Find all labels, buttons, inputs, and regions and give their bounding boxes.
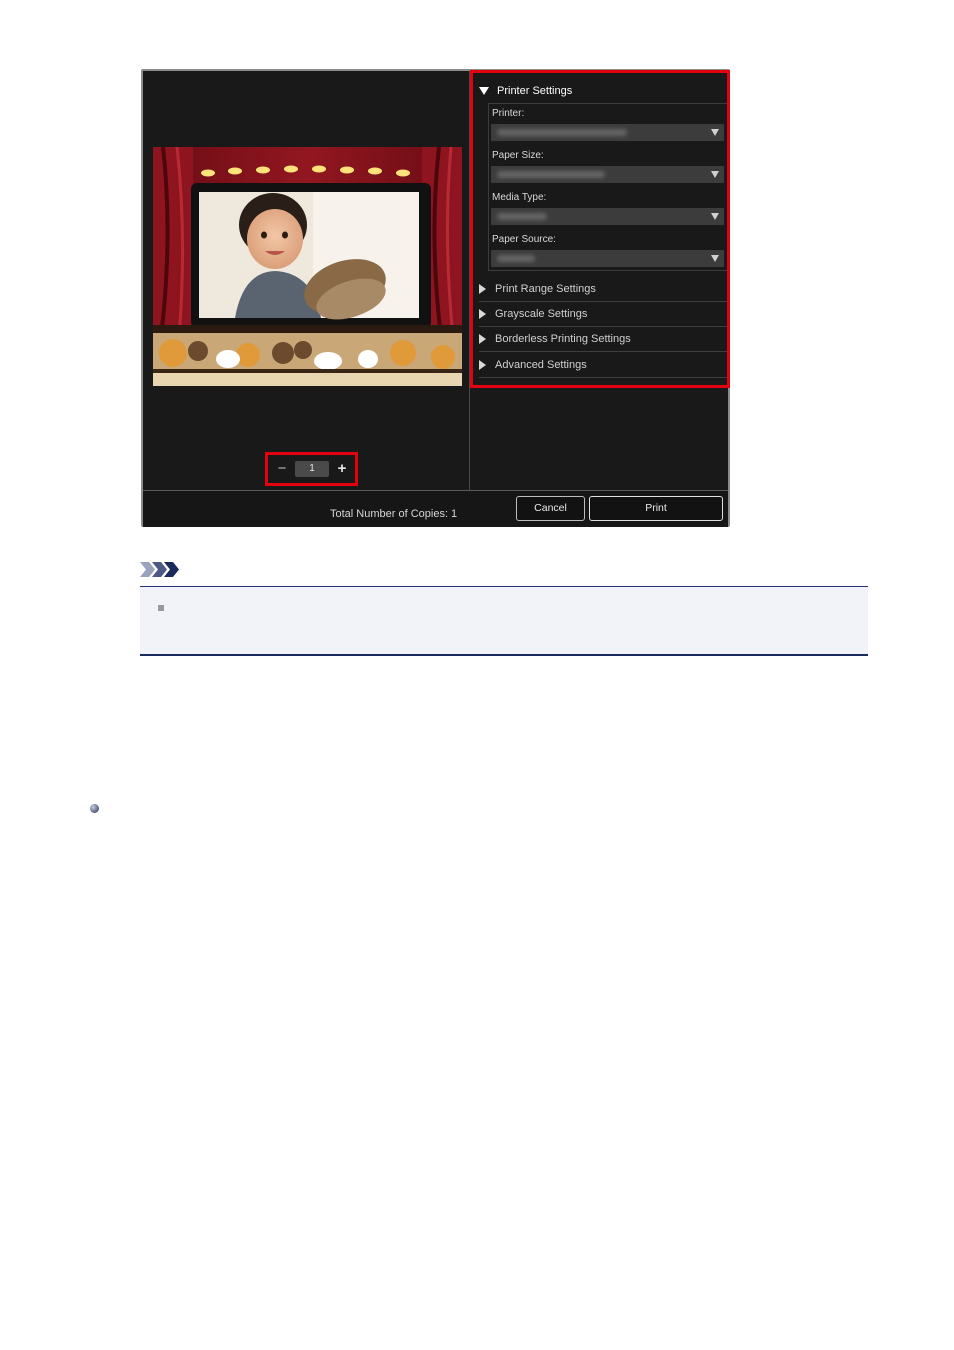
settings-pane: Printer Settings Printer: Paper Size: Me… <box>470 70 730 490</box>
preview-pane: − 1 + <box>143 71 470 490</box>
paper-source-label: Paper Source: <box>492 234 556 245</box>
triangle-right-icon <box>479 284 486 294</box>
triangle-right-icon <box>479 360 486 370</box>
section-label: Print Range Settings <box>495 283 596 295</box>
media-type-select[interactable] <box>491 208 724 225</box>
print-settings-dialog: − 1 + Printer Settings Printer: Paper Si… <box>141 69 730 527</box>
dropdown-arrow-icon <box>711 129 719 136</box>
section-label: Advanced Settings <box>495 359 587 371</box>
section-label: Grayscale Settings <box>495 308 588 320</box>
copies-stepper: − 1 + <box>274 460 350 478</box>
advanced-settings-header[interactable]: Advanced Settings <box>479 353 727 378</box>
decrease-copies-button[interactable]: − <box>274 460 290 478</box>
dropdown-arrow-icon <box>711 171 719 178</box>
triangle-right-icon <box>479 334 486 344</box>
dropdown-arrow-icon <box>711 213 719 220</box>
triangle-down-icon <box>479 87 489 95</box>
media-type-label: Media Type: <box>492 192 547 203</box>
cancel-button[interactable]: Cancel <box>516 496 585 521</box>
media-type-value-blurred <box>497 213 547 220</box>
printer-settings-title: Printer Settings <box>497 85 573 97</box>
dropdown-arrow-icon <box>711 255 719 262</box>
print-range-settings-header[interactable]: Print Range Settings <box>479 277 727 302</box>
preview-image <box>153 147 462 386</box>
borderless-printing-settings-header[interactable]: Borderless Printing Settings <box>479 327 727 352</box>
total-copies-text: Total Number of Copies: 1 <box>330 508 458 520</box>
paper-source-select[interactable] <box>491 250 724 267</box>
note-box <box>140 586 868 656</box>
printer-value-blurred <box>497 129 627 136</box>
printer-select[interactable] <box>491 124 724 141</box>
note-bullet <box>158 605 164 611</box>
triangle-right-icon <box>479 309 486 319</box>
print-button[interactable]: Print <box>589 496 723 521</box>
grayscale-settings-header[interactable]: Grayscale Settings <box>479 302 727 327</box>
printer-settings-fields: Printer: Paper Size: Media Type: Paper S… <box>488 103 727 271</box>
paper-source-value-blurred <box>497 255 535 262</box>
increase-copies-button[interactable]: + <box>334 460 350 478</box>
paper-size-select[interactable] <box>491 166 724 183</box>
copies-highlight: − 1 + <box>265 452 358 486</box>
paper-size-label: Paper Size: <box>492 150 544 161</box>
section-label: Borderless Printing Settings <box>495 333 631 345</box>
printer-label: Printer: <box>492 108 525 119</box>
dialog-footer: Total Number of Copies: 1 Cancel Print <box>143 490 728 527</box>
list-bullet <box>90 804 99 813</box>
printer-settings-header[interactable]: Printer Settings <box>479 83 572 99</box>
copies-count-field[interactable]: 1 <box>295 461 329 477</box>
note-chevrons-icon <box>140 562 179 577</box>
paper-size-value-blurred <box>497 171 605 178</box>
